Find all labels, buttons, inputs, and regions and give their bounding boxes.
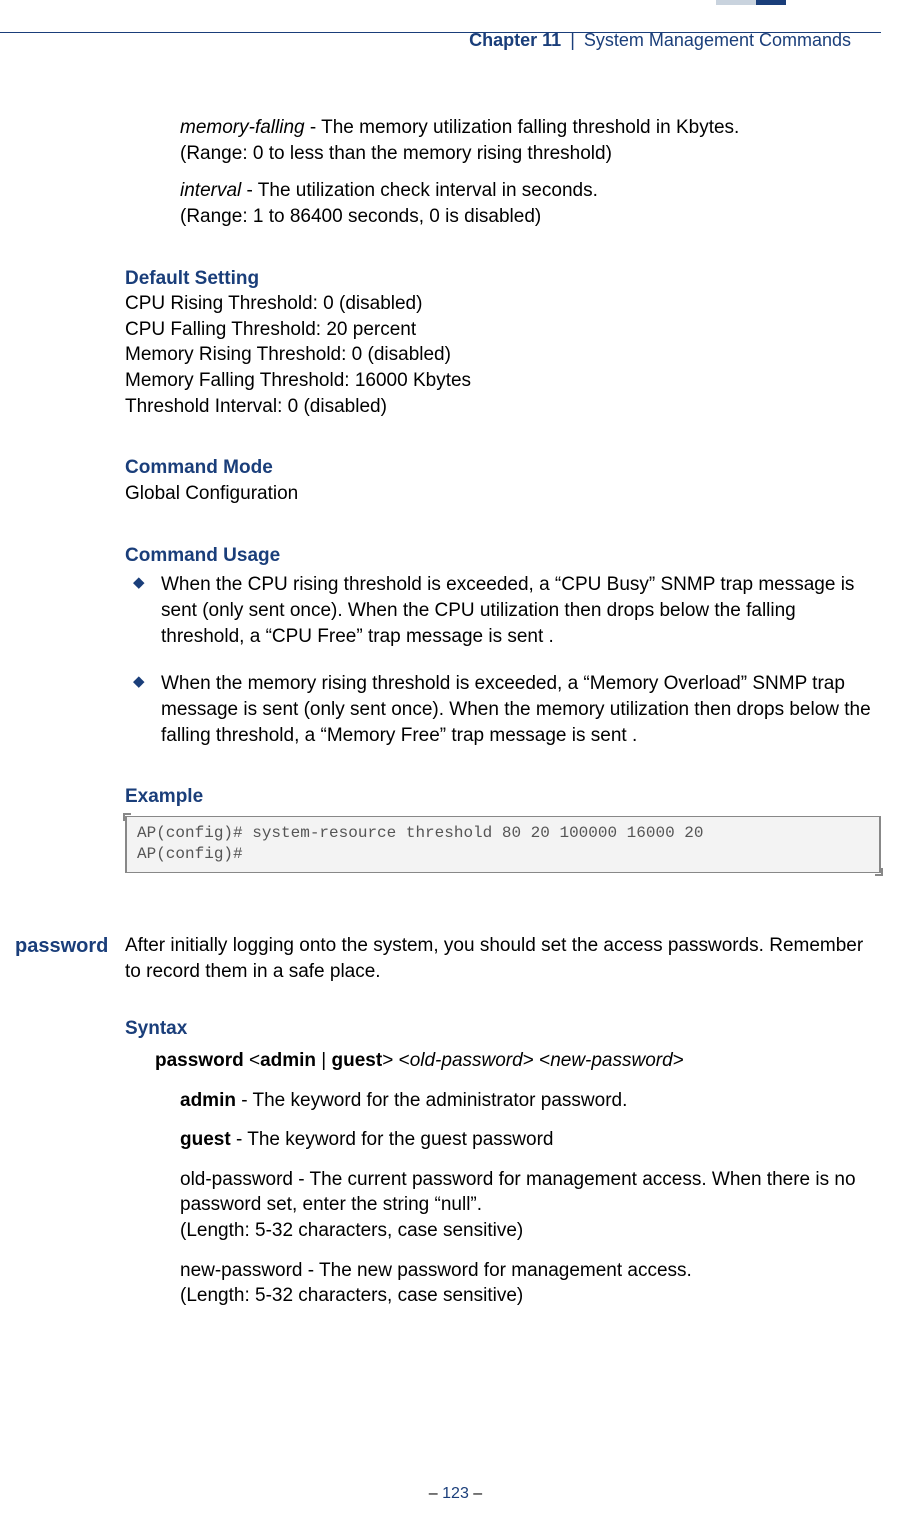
command-mode-text: Global Configuration (125, 481, 881, 507)
password-section: password After initially logging onto th… (125, 933, 881, 1309)
footer-dash: – (429, 1485, 442, 1502)
default-setting-line: CPU Falling Threshold: 20 percent (125, 317, 881, 343)
default-setting-heading: Default Setting (125, 266, 881, 292)
page-content: memory-falling - The memory utilization … (125, 115, 881, 1309)
command-mode-heading: Command Mode (125, 455, 881, 481)
header-rule (0, 32, 881, 33)
syntax-text: > (673, 1050, 684, 1071)
page-footer: – 123 – (0, 1483, 911, 1505)
syntax-heading: Syntax (125, 1016, 881, 1042)
syntax-desc: - The keyword for the administrator pass… (236, 1090, 627, 1111)
command-mode-section: Command Mode Global Configuration (125, 455, 881, 506)
example-section: Example AP(config)# system-resource thre… (125, 784, 881, 873)
syntax-opt: guest (332, 1050, 383, 1071)
chapter-label: Chapter 11 (469, 30, 561, 50)
header-tab-light (716, 0, 756, 5)
syntax-text: > < (382, 1050, 409, 1071)
syntax-text: | (316, 1050, 332, 1071)
list-item: When the CPU rising threshold is exceede… (125, 572, 881, 649)
syntax-desc: new-password - The new password for mana… (180, 1260, 692, 1281)
header-tab-dark (756, 0, 786, 5)
syntax-range: (Length: 5-32 characters, case sensitive… (180, 1285, 523, 1306)
example-heading: Example (125, 784, 881, 810)
syntax-arg: new-password (550, 1050, 673, 1071)
syntax-desc: - The keyword for the guest password (231, 1129, 554, 1150)
syntax-range: (Length: 5-32 characters, case sensitive… (180, 1220, 523, 1241)
password-intro: After initially logging onto the system,… (125, 933, 881, 984)
command-usage-list: When the CPU rising threshold is exceede… (125, 572, 881, 748)
command-usage-section: Command Usage When the CPU rising thresh… (125, 543, 881, 748)
param-interval: interval - The utilization check interva… (180, 178, 881, 229)
example-code: AP(config)# system-resource threshold 80… (125, 816, 881, 873)
default-setting-line: Memory Falling Threshold: 16000 Kbytes (125, 368, 881, 394)
syntax-arg: old-password (410, 1050, 523, 1071)
header-separator: | (566, 30, 579, 50)
header-tabs-decor (716, 0, 786, 5)
list-item: When the memory rising threshold is exce… (125, 671, 881, 748)
default-setting-line: Threshold Interval: 0 (disabled) (125, 394, 881, 420)
syntax-kw: admin (180, 1090, 236, 1111)
command-usage-heading: Command Usage (125, 543, 881, 569)
default-setting-line: Memory Rising Threshold: 0 (disabled) (125, 342, 881, 368)
syntax-oldpw: old-password - The current password for … (180, 1167, 881, 1244)
param-range: (Range: 1 to 86400 seconds, 0 is disable… (180, 206, 541, 227)
syntax-newpw: new-password - The new password for mana… (180, 1258, 881, 1309)
param-range: (Range: 0 to less than the memory rising… (180, 143, 612, 164)
syntax-desc: old-password - The current password for … (180, 1169, 856, 1216)
syntax-opt: admin (260, 1050, 316, 1071)
syntax-line: password <admin | guest> <old-password> … (155, 1048, 881, 1074)
page-number: 123 (442, 1485, 469, 1502)
footer-dash: – (469, 1485, 482, 1502)
param-desc: - The memory utilization falling thresho… (305, 117, 740, 138)
syntax-cmd: password (155, 1050, 244, 1071)
default-setting-line: CPU Rising Threshold: 0 (disabled) (125, 291, 881, 317)
chapter-title: System Management Commands (584, 30, 851, 50)
default-setting-section: Default Setting CPU Rising Threshold: 0 … (125, 266, 881, 420)
password-key: password (15, 933, 108, 960)
param-desc: - The utilization check interval in seco… (241, 180, 598, 201)
param-name: interval (180, 180, 241, 201)
syntax-block: Syntax password <admin | guest> <old-pas… (125, 1016, 881, 1309)
syntax-kw: guest (180, 1129, 231, 1150)
syntax-guest: guest - The keyword for the guest passwo… (180, 1127, 881, 1153)
syntax-admin: admin - The keyword for the administrato… (180, 1088, 881, 1114)
syntax-text: > < (523, 1050, 550, 1071)
param-name: memory-falling (180, 117, 305, 138)
param-memory-falling: memory-falling - The memory utilization … (180, 115, 881, 166)
syntax-text: < (244, 1050, 260, 1071)
